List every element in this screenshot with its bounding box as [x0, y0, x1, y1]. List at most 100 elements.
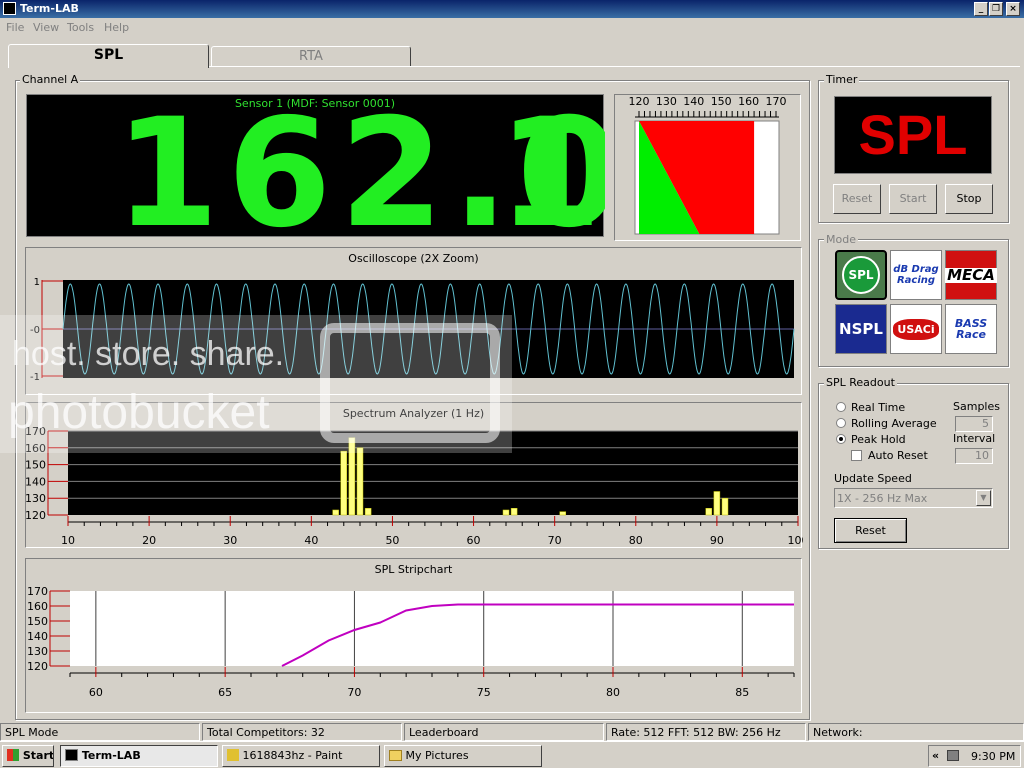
minimize-button[interactable]: _: [974, 2, 988, 16]
update-speed-select[interactable]: 1X - 256 Hz Max ▼: [834, 488, 993, 508]
system-tray: « 9:30 PM: [928, 745, 1021, 767]
spectrum-x-tick-label: 40: [304, 534, 318, 547]
title-bar: Term-LAB _ ❐ ×: [0, 0, 1024, 18]
meter-tick-label: 160: [738, 95, 759, 108]
status-network: Network:: [808, 723, 1024, 741]
timer-display: SPL: [834, 96, 992, 174]
restore-button[interactable]: ❐: [989, 2, 1003, 16]
spectrum-y-tick-label: 170: [26, 425, 46, 438]
interval-label: Interval: [953, 432, 996, 445]
timer-label: Timer: [824, 73, 860, 86]
network-icon[interactable]: [947, 750, 959, 761]
start-button[interactable]: Start: [2, 745, 54, 767]
mode-meca-button[interactable]: MECA: [945, 250, 997, 300]
spectrum-y-tick-label: 130: [26, 492, 46, 505]
spectrum-bar: [356, 447, 364, 516]
spectrum-y-tick-label: 120: [26, 509, 46, 522]
stripchart-x-tick-label: 70: [347, 686, 361, 699]
radio-rolling-average[interactable]: [836, 418, 846, 428]
taskbar-item-paint[interactable]: 1618843hz - Paint: [222, 745, 380, 767]
windows-logo-icon: [7, 749, 19, 761]
spectrum-x-tick-label: 90: [710, 534, 724, 547]
mode-spl-button[interactable]: SPL: [835, 250, 887, 300]
stripchart-y-tick-label: 160: [27, 600, 48, 613]
spectrum-x-tick-label: 20: [142, 534, 156, 547]
stripchart-panel: SPL Stripchart 120 130 140 150 160 170 60 65 70 7…: [25, 558, 802, 713]
start-label: Start: [22, 749, 54, 762]
osc-y-label: -0: [30, 325, 40, 336]
mode-bassrace-button[interactable]: BASS Race: [945, 304, 997, 354]
spectrum-x-tick-label: 30: [223, 534, 237, 547]
menu-help[interactable]: Help: [104, 21, 129, 34]
taskbar-item-termlab-label: Term-LAB: [81, 749, 141, 762]
level-meter-panel: 120 130 140 150 160 170: [614, 94, 801, 241]
mode-meca-label: MECA: [945, 265, 997, 284]
mode-nspl-label: NSPL: [839, 319, 883, 338]
timer-stop-button[interactable]: Stop: [945, 184, 993, 214]
menu-tools[interactable]: Tools: [67, 21, 94, 34]
spectrum-y-tick-label: 160: [26, 442, 46, 455]
status-bar: SPL Mode Total Competitors: 32 Leaderboa…: [0, 723, 1024, 741]
oscilloscope-panel: Oscilloscope (2X Zoom) 1 -0 -1: [25, 247, 802, 395]
chevron-down-icon[interactable]: ▼: [976, 490, 991, 506]
spectrum-bar: [705, 508, 713, 516]
tab-rta[interactable]: RTA: [211, 46, 411, 66]
spectrum-bar: [510, 508, 518, 516]
spectrum-bar: [713, 491, 721, 516]
spectrum-x-tick-label: 80: [629, 534, 643, 547]
stripchart-x-tick-label: 75: [477, 686, 491, 699]
mode-usaci-button[interactable]: USACi: [890, 304, 942, 354]
timer-start-button[interactable]: Start: [889, 184, 937, 214]
samples-label: Samples: [953, 400, 1000, 413]
tab-spl[interactable]: SPL: [8, 44, 209, 68]
auto-reset-label: Auto Reset: [868, 449, 928, 462]
osc-y-label: -1: [30, 372, 40, 383]
taskbar-item-mypictures[interactable]: My Pictures: [384, 745, 542, 767]
spectrum-panel: Spectrum Analyzer (1 Hz) 120 130 140 150 160…: [25, 402, 803, 548]
channel-label: Channel A: [20, 73, 81, 86]
mode-label: Mode: [824, 233, 858, 246]
readout-reset-button[interactable]: Reset: [834, 518, 907, 543]
radio-peak-hold[interactable]: [836, 434, 846, 444]
auto-reset-checkbox[interactable]: [851, 450, 862, 461]
clock: 9:30 PM: [971, 750, 1016, 763]
status-mode: SPL Mode: [0, 723, 200, 741]
spectrum-y-tick-label: 140: [26, 475, 46, 488]
stripchart-x-tick-label: 65: [218, 686, 232, 699]
mode-nspl-button[interactable]: NSPL: [835, 304, 887, 354]
taskbar-item-termlab[interactable]: Term-LAB: [60, 745, 218, 767]
label-rolling-average: Rolling Average: [851, 417, 937, 430]
stripchart-chart: 120 130 140 150 160 170 60 65 70 75 80 85: [27, 585, 795, 699]
samples-field[interactable]: 5: [955, 416, 993, 432]
stripchart-y-tick-label: 120: [27, 660, 48, 673]
spectrum-bar: [502, 509, 510, 516]
label-peak-hold: Peak Hold: [851, 433, 906, 446]
radio-real-time[interactable]: [836, 402, 846, 412]
stripchart-y-tick-label: 130: [27, 645, 48, 658]
spectrum-y-tick-label: 150: [26, 459, 46, 472]
spectrum-x-tick-label: 60: [467, 534, 481, 547]
taskbar: Start Term-LAB 1618843hz - Paint My Pict…: [0, 741, 1024, 768]
spectrum-bar: [721, 497, 729, 516]
status-leaderboard: Leaderboard: [404, 723, 604, 741]
menu-view[interactable]: View: [33, 21, 59, 34]
spl-display: Sensor 1 (MDF: Sensor 0001) 162.0 1: [26, 94, 605, 238]
spectrum-x-tick-label: 10: [61, 534, 75, 547]
tray-expand-icon[interactable]: «: [932, 749, 939, 762]
spectrum-bar: [348, 437, 356, 516]
spectrum-bar: [364, 508, 372, 516]
spectrum-x-tick-label: 50: [385, 534, 399, 547]
status-rate: Rate: 512 FFT: 512 BW: 256 Hz: [606, 723, 806, 741]
close-button[interactable]: ×: [1006, 2, 1020, 16]
interval-field[interactable]: 10: [955, 448, 993, 464]
spectrum-x-tick-label: 70: [548, 534, 562, 547]
status-competitors: Total Competitors: 32: [202, 723, 402, 741]
mode-dbdrag-button[interactable]: dB Drag Racing: [890, 250, 942, 300]
meter-tick-label: 130: [656, 95, 677, 108]
app-icon: [3, 2, 16, 15]
stripchart-x-tick-label: 80: [606, 686, 620, 699]
timer-reset-button[interactable]: Reset: [833, 184, 881, 214]
menu-file[interactable]: File: [6, 21, 24, 34]
stripchart-x-tick-label: 60: [89, 686, 103, 699]
termlab-icon: [65, 749, 78, 761]
